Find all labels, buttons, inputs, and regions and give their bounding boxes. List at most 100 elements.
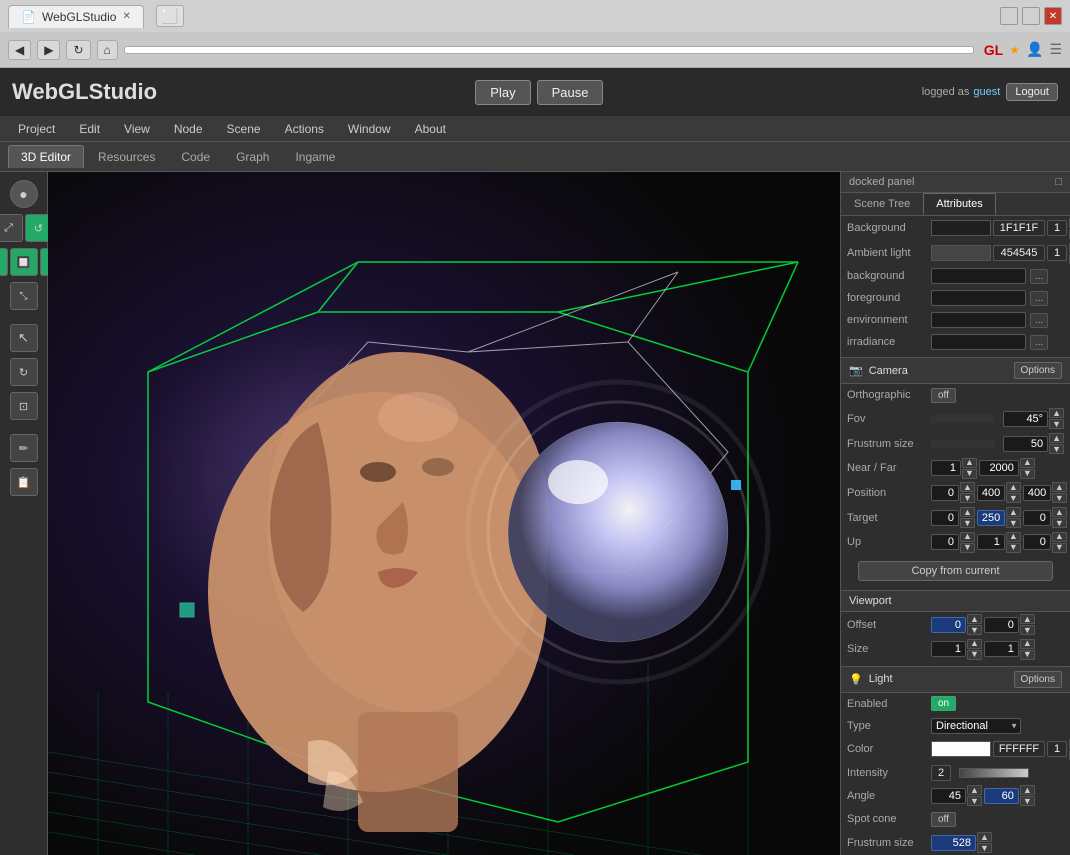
irr-texture-btn[interactable]: ... [1030, 335, 1048, 350]
bg-texture-btn[interactable]: ... [1030, 269, 1048, 284]
frustum-size-up[interactable]: ▲ [1049, 433, 1064, 443]
background-color-swatch[interactable] [931, 220, 991, 236]
size-x-up[interactable]: ▲ [967, 639, 982, 649]
star-icon[interactable]: ★ [1009, 43, 1020, 57]
tgt-x-up[interactable]: ▲ [960, 507, 975, 517]
up-x-down[interactable]: ▼ [960, 543, 975, 553]
orthographic-toggle[interactable]: off [931, 388, 956, 403]
offset-y-input[interactable]: 0 [984, 617, 1019, 633]
far-input[interactable]: 2000 [979, 460, 1019, 476]
menu-node[interactable]: Node [164, 120, 213, 138]
light-frustum-down[interactable]: ▼ [977, 843, 992, 853]
tgt-y-up[interactable]: ▲ [1006, 507, 1021, 517]
size-x-down[interactable]: ▼ [967, 650, 982, 660]
size-y-down[interactable]: ▼ [1020, 650, 1035, 660]
close-button[interactable]: ✕ [1044, 7, 1062, 25]
size-y-input[interactable]: 1 [984, 641, 1019, 657]
frustum-size-input[interactable]: 50 [1003, 436, 1048, 452]
pos-x-down[interactable]: ▼ [960, 493, 975, 503]
fov-down[interactable]: ▼ [1049, 419, 1064, 429]
env-texture-btn[interactable]: ... [1030, 313, 1048, 328]
ambient-color-swatch[interactable] [931, 245, 991, 261]
3d-viewport[interactable]: -X +Z [48, 172, 840, 855]
irr-texture-input[interactable] [931, 334, 1026, 350]
browser-tab[interactable]: 📄 WebGLStudio ✕ [8, 5, 144, 28]
reload-button[interactable]: ↻ [66, 40, 90, 60]
offset-x-input[interactable]: 0 [931, 617, 966, 633]
move-tool-button[interactable]: ⤢ [0, 214, 23, 242]
intensity-slider[interactable] [959, 768, 1029, 778]
tgt-x-down[interactable]: ▼ [960, 518, 975, 528]
tab-code[interactable]: Code [169, 146, 222, 168]
tgt-z-down[interactable]: ▼ [1052, 518, 1067, 528]
pos-y-up[interactable]: ▲ [1006, 482, 1021, 492]
tab-resources[interactable]: Resources [86, 146, 167, 168]
near-up[interactable]: ▲ [962, 458, 977, 468]
tgt-y-input[interactable]: 250 [977, 510, 1005, 526]
angle-y-input[interactable]: 60 [984, 788, 1019, 804]
tab-3d-editor[interactable]: 3D Editor [8, 145, 84, 168]
home-button[interactable]: ⌂ [97, 40, 118, 60]
expand-button[interactable]: ⤡ [10, 282, 38, 310]
angle-x-down[interactable]: ▼ [967, 796, 982, 806]
pos-y-down[interactable]: ▼ [1006, 493, 1021, 503]
up-x-input[interactable]: 0 [931, 534, 959, 550]
up-z-input[interactable]: 0 [1023, 534, 1051, 550]
paint-tool[interactable]: ✏ [10, 434, 38, 462]
tgt-z-input[interactable]: 0 [1023, 510, 1051, 526]
scale-tool-button[interactable]: ⊞ [0, 248, 8, 276]
pos-x-input[interactable]: 0 [931, 485, 959, 501]
offset-y-down[interactable]: ▼ [1020, 625, 1035, 635]
fg-texture-input[interactable] [931, 290, 1026, 306]
up-y-down[interactable]: ▼ [1006, 543, 1021, 553]
angle-y-up[interactable]: ▲ [1020, 785, 1035, 795]
select-tool-button[interactable]: ● [10, 180, 38, 208]
cursor-tool[interactable]: ↖ [10, 324, 38, 352]
far-down[interactable]: ▼ [1020, 469, 1035, 479]
up-x-up[interactable]: ▲ [960, 532, 975, 542]
angle-x-up[interactable]: ▲ [967, 785, 982, 795]
light-frustum-up[interactable]: ▲ [977, 832, 992, 842]
fov-input[interactable]: 45° [1003, 411, 1048, 427]
tab-ingame[interactable]: Ingame [283, 146, 347, 168]
up-z-down[interactable]: ▼ [1052, 543, 1067, 553]
menu-about[interactable]: About [405, 120, 456, 138]
tab-close-icon[interactable]: ✕ [122, 11, 130, 22]
light-frustum-input[interactable]: 528 [931, 835, 976, 851]
layer-icon[interactable]: ⊡ [10, 392, 38, 420]
menu-window[interactable]: Window [338, 120, 401, 138]
pos-z-down[interactable]: ▼ [1052, 493, 1067, 503]
up-y-input[interactable]: 1 [977, 534, 1005, 550]
maximize-button[interactable]: □ [1022, 7, 1040, 25]
bg-texture-input[interactable] [931, 268, 1026, 284]
type-select[interactable]: Directional Point Spot [931, 718, 1021, 734]
pos-z-up[interactable]: ▲ [1052, 482, 1067, 492]
tab-scene-tree[interactable]: Scene Tree [841, 193, 923, 215]
light-color-swatch[interactable] [931, 741, 991, 757]
up-z-up[interactable]: ▲ [1052, 532, 1067, 542]
pos-x-up[interactable]: ▲ [960, 482, 975, 492]
size-x-input[interactable]: 1 [931, 641, 966, 657]
menu-edit[interactable]: Edit [69, 120, 110, 138]
menu-scene[interactable]: Scene [217, 120, 271, 138]
rotate-view-tool[interactable]: ↻ [10, 358, 38, 386]
offset-y-up[interactable]: ▲ [1020, 614, 1035, 624]
pos-y-input[interactable]: 400 [977, 485, 1005, 501]
menu-view[interactable]: View [114, 120, 160, 138]
new-tab-button[interactable]: ⬜ [156, 5, 184, 27]
env-texture-input[interactable] [931, 312, 1026, 328]
pause-button[interactable]: Pause [537, 80, 604, 105]
far-up[interactable]: ▲ [1020, 458, 1035, 468]
size-y-up[interactable]: ▲ [1020, 639, 1035, 649]
notes-tool[interactable]: 📋 [10, 468, 38, 496]
play-button[interactable]: Play [475, 80, 530, 105]
near-input[interactable]: 1 [931, 460, 961, 476]
spot-cone-toggle[interactable]: off [931, 812, 956, 827]
enabled-toggle[interactable]: on [931, 696, 956, 711]
back-button[interactable]: ◀ [8, 40, 31, 60]
up-y-up[interactable]: ▲ [1006, 532, 1021, 542]
fg-texture-btn[interactable]: ... [1030, 291, 1048, 306]
panel-close-button[interactable]: □ [1055, 176, 1062, 188]
logout-button[interactable]: Logout [1006, 83, 1058, 101]
angle-x-input[interactable]: 45 [931, 788, 966, 804]
